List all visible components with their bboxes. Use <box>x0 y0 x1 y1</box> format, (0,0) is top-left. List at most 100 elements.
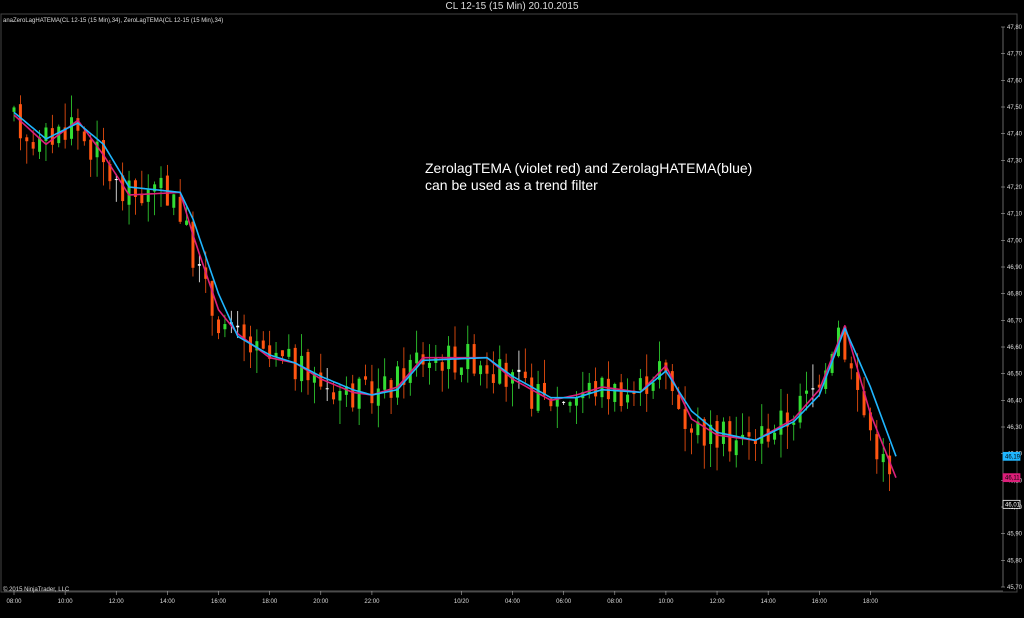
candle-body <box>798 395 802 423</box>
candle-body <box>523 371 527 379</box>
candle-body <box>779 410 783 435</box>
candle-body <box>517 369 521 372</box>
candle-body <box>185 220 189 225</box>
candle-body <box>236 325 240 328</box>
candle-body <box>805 390 809 394</box>
candle-body <box>683 409 687 429</box>
candle-body <box>606 378 610 400</box>
candle-body <box>82 131 86 142</box>
y-tick-label: 45,80 <box>1007 558 1023 564</box>
y-tick-label: 47,40 <box>1007 132 1023 138</box>
candle-body <box>479 365 483 375</box>
x-tick-label: 08:00 <box>6 599 22 605</box>
candle-body <box>466 343 470 370</box>
y-tick-label: 47,10 <box>1007 212 1023 218</box>
candle-body <box>440 362 444 371</box>
candle-body <box>306 352 310 381</box>
x-tick-label: 06:00 <box>556 599 572 605</box>
candle-body <box>875 434 879 460</box>
y-tick-label: 46,50 <box>1007 372 1023 378</box>
y-tick-label: 46,90 <box>1007 265 1023 271</box>
y-tick-label: 47,70 <box>1007 52 1023 58</box>
candle-body <box>485 365 489 374</box>
y-tick-label: 46,30 <box>1007 425 1023 431</box>
x-tick-label: 12:00 <box>710 599 726 605</box>
x-tick-label: 18:00 <box>262 599 278 605</box>
price-marker-label: 46,11 <box>1005 476 1020 482</box>
candle-body <box>146 188 150 202</box>
candle-body <box>376 388 380 406</box>
indicator-label: anaZeroLagHATEMA(CL 12-15 (15 Min),34), … <box>3 18 223 24</box>
candle-body <box>849 363 853 369</box>
candle-body <box>172 194 176 208</box>
x-tick-label: 04:00 <box>505 599 521 605</box>
candle-body <box>280 350 284 357</box>
y-tick-label: 45,70 <box>1007 585 1023 591</box>
candle-body <box>332 392 336 400</box>
x-tick-label: 08:00 <box>607 599 623 605</box>
candle-body <box>223 324 227 330</box>
x-tick-label: 16:00 <box>812 599 828 605</box>
candle-body <box>626 394 630 403</box>
x-tick-label: 22:00 <box>364 599 380 605</box>
y-tick-label: 46,60 <box>1007 345 1023 351</box>
y-tick-label: 45,90 <box>1007 532 1023 538</box>
candle-body <box>140 194 144 204</box>
candle-body <box>415 352 419 364</box>
candle-body <box>638 378 642 391</box>
x-tick-label: 14:00 <box>160 599 176 605</box>
chart-background <box>0 13 1024 618</box>
candle-body <box>651 382 655 391</box>
x-tick-label: 12:00 <box>109 599 125 605</box>
candle-body <box>491 374 495 383</box>
y-tick-label: 46,70 <box>1007 318 1023 324</box>
candle-body <box>261 340 265 349</box>
candle-body <box>747 432 751 437</box>
price-chart[interactable]: 47,80 47,70 47,60 47,50 47,40 47,30 47,20 47,10… <box>0 13 1024 618</box>
candle-body <box>351 383 355 408</box>
x-tick-label: 18:00 <box>863 599 879 605</box>
candle-body <box>325 388 329 390</box>
candle-body <box>25 137 29 142</box>
price-marker-label: 46,01 <box>1005 502 1021 508</box>
candle-body <box>370 381 374 404</box>
y-tick-label: 47,50 <box>1007 105 1023 111</box>
annotation-line-1: ZerolagTEMA (violet red) and ZerolagHATE… <box>425 160 752 176</box>
candle-body <box>881 454 885 463</box>
candle-body <box>459 367 463 375</box>
candle-body <box>31 142 35 149</box>
candle-body <box>287 348 291 357</box>
x-tick-label: 10:00 <box>658 599 674 605</box>
price-marker-label: 46,19 <box>1005 454 1021 460</box>
candle-body <box>89 139 93 160</box>
candle-body <box>427 362 431 368</box>
candle-body <box>197 264 201 266</box>
candle-body <box>568 402 572 406</box>
candle-body <box>562 401 566 403</box>
candle-body <box>773 432 777 440</box>
x-tick-label: 14:00 <box>761 599 777 605</box>
candle-body <box>498 359 502 384</box>
x-tick-label: 10:00 <box>58 599 74 605</box>
y-tick-label: 47,30 <box>1007 158 1023 164</box>
candle-body <box>613 383 617 402</box>
candle-body <box>536 384 540 411</box>
y-tick-label: 46,80 <box>1007 292 1023 298</box>
candle-body <box>395 366 399 398</box>
candle-body <box>760 426 764 444</box>
candle-body <box>619 382 623 407</box>
candle-body <box>114 179 118 181</box>
annotation-line-2: can be used as a trend filter <box>425 177 598 193</box>
x-tick-label: 20:00 <box>313 599 329 605</box>
candle-body <box>159 177 163 189</box>
candle-body <box>689 428 693 433</box>
candle-body <box>530 377 534 409</box>
x-tick-label: 10/20 <box>454 599 470 605</box>
candle-body <box>178 196 182 222</box>
price-markers: 46,19 46,11 46,01 <box>1002 451 1021 509</box>
candle-body <box>12 107 16 112</box>
window-title: CL 12-15 (15 Min) 20.10.2015 <box>0 0 1024 13</box>
y-tick-label: 47,00 <box>1007 238 1023 244</box>
candle-body <box>383 376 387 390</box>
y-tick-label: 47,80 <box>1007 25 1023 31</box>
